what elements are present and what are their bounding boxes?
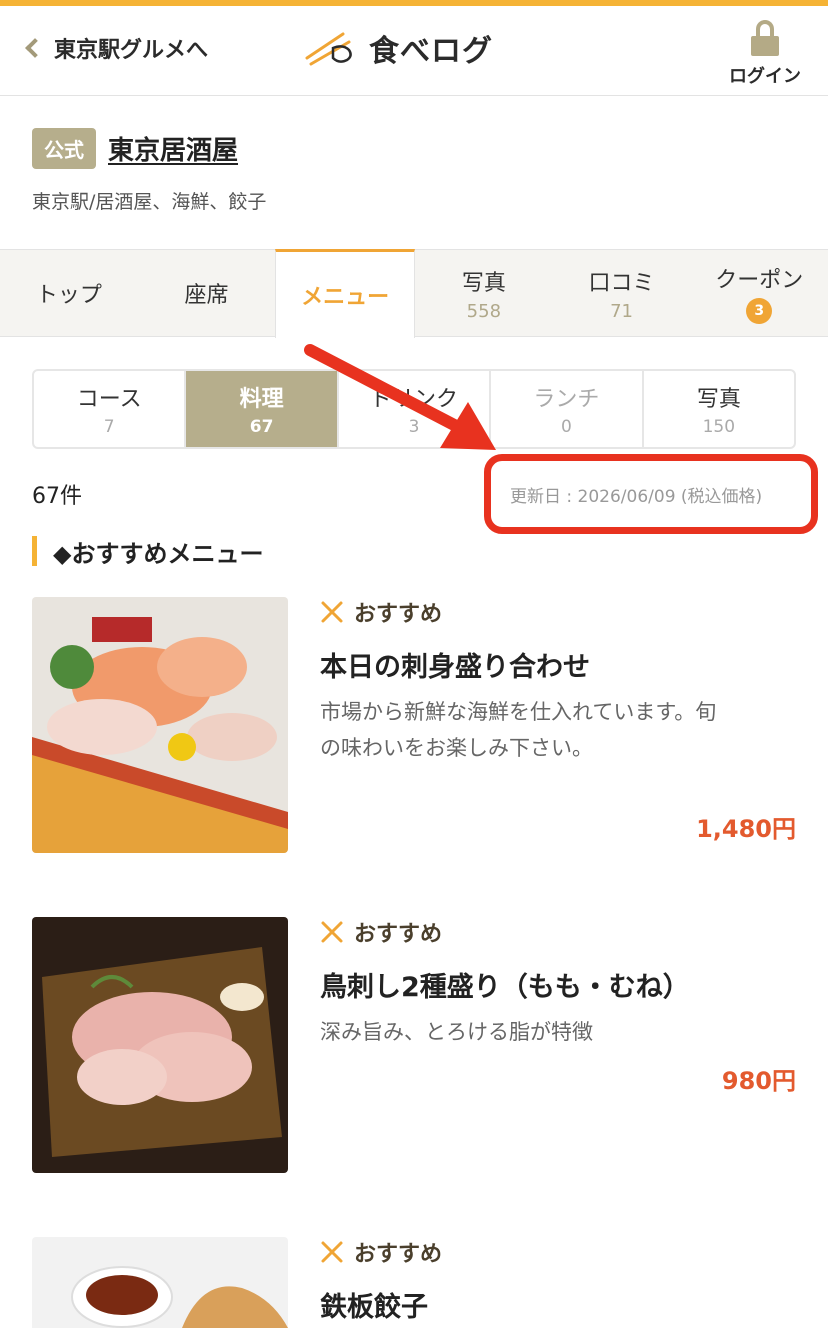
menu-item[interactable]: おすすめ 鳥刺し2種盛り（もも・むね） 深み旨み、とろける脂が特徴 980円 (32, 917, 796, 1173)
shop-category: 東京駅/居酒屋、海鮮、餃子 (32, 191, 267, 213)
tab-label: トップ (35, 283, 102, 308)
logo-text: 食べログ (369, 34, 493, 69)
recommend-label: おすすめ (354, 922, 443, 947)
tab-count: 71 (610, 300, 633, 322)
menu-item-description-line: の味わいをお楽しみ下さい。 (320, 736, 593, 760)
subtab-count: 67 (249, 417, 274, 437)
chopsticks-logo-icon (305, 32, 352, 66)
subtab-label: コース (76, 387, 142, 412)
subtab-label: 料理 (239, 387, 284, 412)
tab-label: クーポン (715, 268, 804, 293)
shop-tabs: トップ 座席 メニュー 写真 558 口コミ 71 クーポン 3 (0, 249, 828, 338)
subtab-course[interactable]: コース 7 (34, 371, 187, 447)
menu-item-name: 鉄板餃子 (320, 1292, 428, 1323)
official-badge: 公式 (32, 128, 96, 169)
login-button[interactable]: ログイン (720, 20, 810, 88)
menu-item-description: 市場から新鮮な海鮮を仕入れています。旬 の味わいをお楽しみ下さい。 (320, 694, 796, 766)
menu-item-description-line: 市場から新鮮な海鮮を仕入れています。旬 (320, 700, 717, 724)
subtab-photos[interactable]: 写真 150 (644, 371, 794, 447)
gyoza-photo[interactable] (32, 1237, 288, 1328)
tab-count: 558 (466, 300, 502, 322)
fork-knife-icon (321, 601, 343, 623)
tab-seats[interactable]: 座席 (138, 250, 276, 336)
menu-item-name: 本日の刺身盛り合わせ (320, 652, 590, 683)
menu-item[interactable]: おすすめ 本日の刺身盛り合わせ 市場から新鮮な海鮮を仕入れています。旬 の味わい… (32, 597, 796, 853)
section-title: ◆おすすめメニュー (32, 536, 263, 568)
tab-label: 座席 (184, 283, 229, 308)
subtab-lunch: ランチ 0 (491, 371, 644, 447)
shop-name-link[interactable]: 東京居酒屋 (108, 130, 238, 167)
tab-top[interactable]: トップ (0, 250, 138, 336)
back-to-tokyo-gourmet-link[interactable]: 東京駅グルメへ (22, 32, 208, 64)
menu-item-description-line: 深み旨み、とろける脂が特徴 (320, 1020, 593, 1044)
tab-label: 写真 (461, 270, 506, 296)
annotation-arrow-icon (304, 344, 496, 450)
menu-item-name: 鳥刺し2種盛り（もも・むね） (320, 972, 690, 1003)
tab-label: メニュー (301, 285, 390, 310)
chicken-sashimi-photo[interactable] (32, 917, 288, 1173)
sashimi-photo[interactable] (32, 597, 288, 853)
recommend-label: おすすめ (354, 1242, 443, 1267)
lock-icon (720, 20, 810, 56)
tabelog-logo[interactable]: 食べログ (303, 26, 493, 70)
tab-reviews[interactable]: 口コミ 71 (553, 250, 691, 336)
subtab-count: 0 (561, 417, 572, 437)
back-link-label: 東京駅グルメへ (54, 38, 209, 63)
subtab-label: 写真 (696, 387, 741, 412)
menu-item-price: 980円 (721, 1067, 796, 1095)
result-count: 67件 (32, 484, 82, 509)
shop-info: 公式 東京居酒屋 東京駅/居酒屋、海鮮、餃子 (32, 128, 802, 214)
tab-coupons[interactable]: クーポン 3 (690, 250, 828, 336)
header: 東京駅グルメへ 食べログ ログイン (0, 6, 828, 96)
menu-item-description: 深み旨み、とろける脂が特徴 (320, 1014, 796, 1050)
tab-photos[interactable]: 写真 558 (415, 250, 553, 336)
recommend-label: おすすめ (354, 602, 443, 627)
subtab-count: 7 (103, 417, 115, 437)
subtab-label: ランチ (533, 387, 600, 412)
tab-label: 口コミ (588, 270, 655, 296)
tab-menu[interactable]: メニュー (275, 249, 416, 338)
subtab-count: 150 (702, 417, 736, 437)
menu-item-price: 1,480円 (696, 815, 796, 843)
menu-item[interactable]: おすすめ 鉄板餃子 (32, 1237, 796, 1328)
chevron-left-icon (25, 38, 45, 58)
annotation-highlight-box (484, 454, 818, 534)
login-label: ログイン (729, 66, 801, 87)
fork-knife-icon (321, 921, 343, 943)
fork-knife-icon (321, 1241, 343, 1263)
coupon-count-badge: 3 (746, 298, 773, 324)
